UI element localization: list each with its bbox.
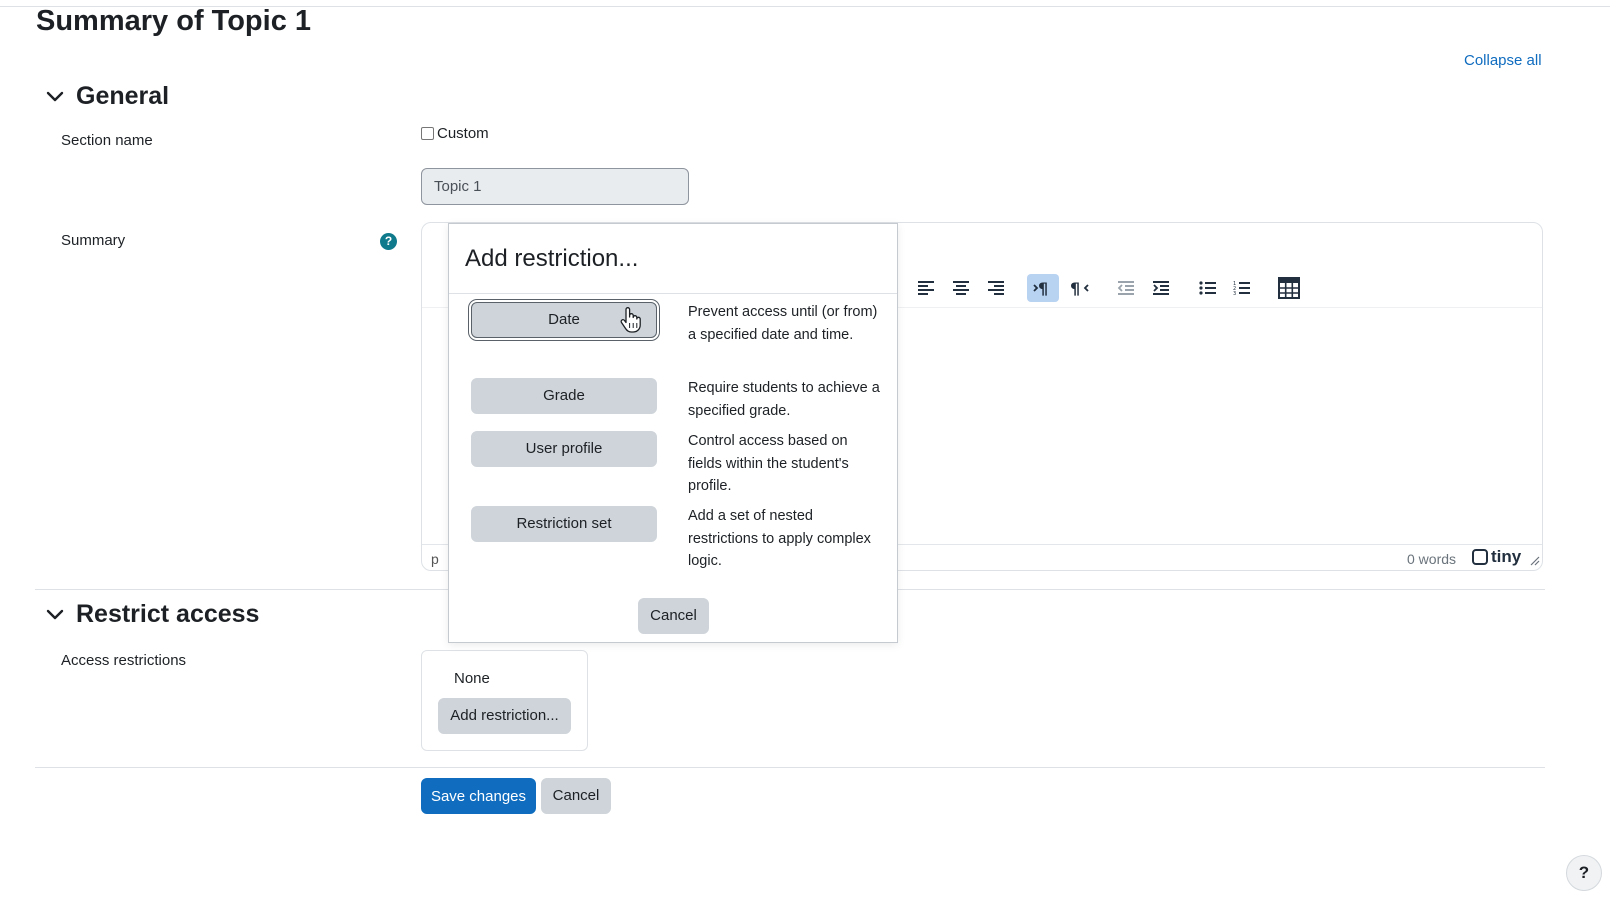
restriction-set-button[interactable]: Restriction set (471, 506, 657, 542)
save-changes-button[interactable]: Save changes (421, 778, 536, 814)
summary-label: Summary (61, 232, 126, 249)
dialog-cancel-button[interactable]: Cancel (638, 598, 709, 634)
ltr-button[interactable]: ¶ (1027, 274, 1059, 302)
footer-divider (35, 767, 1545, 768)
ltr-icon: ¶ (1033, 279, 1048, 297)
rtl-button[interactable]: ¶ (1063, 274, 1095, 302)
table-icon (1278, 277, 1300, 299)
section-name-input[interactable]: Topic 1 (421, 168, 689, 205)
table-button[interactable] (1273, 274, 1305, 302)
tiny-logo[interactable]: tiny (1472, 547, 1521, 567)
dialog-divider (449, 293, 897, 294)
general-heading: General (76, 82, 170, 110)
restriction-set-description: Add a set of nested restrictions to appl… (688, 508, 871, 569)
no-restrictions-text: None (454, 670, 490, 687)
resize-handle-icon[interactable] (1530, 556, 1540, 566)
collapse-all-link[interactable]: Collapse all (1464, 52, 1542, 69)
rtl-icon: ¶ (1070, 279, 1089, 297)
indent-icon (1153, 281, 1169, 295)
custom-checkbox[interactable] (421, 127, 434, 140)
bullet-list-button[interactable] (1192, 274, 1224, 302)
user-profile-restriction-description: Control access based on fields within th… (688, 433, 849, 494)
align-right-icon (988, 281, 1004, 295)
cursor-hand-icon (620, 307, 641, 333)
align-right-button[interactable] (980, 274, 1012, 302)
access-restrictions-label: Access restrictions (61, 652, 187, 669)
custom-checkbox-row[interactable]: Custom (421, 125, 489, 142)
add-restriction-button[interactable]: Add restriction... (438, 698, 571, 734)
grade-restriction-description: Require students to achieve a specified … (688, 380, 880, 419)
numbered-list-button[interactable]: 123 (1226, 274, 1258, 302)
outdent-icon (1117, 281, 1134, 295)
svg-text:3: 3 (1233, 291, 1236, 296)
align-left-icon (918, 281, 934, 295)
custom-checkbox-label: Custom (437, 125, 489, 142)
align-center-button[interactable] (945, 274, 977, 302)
dialog-title: Add restriction... (465, 245, 639, 272)
indent-button[interactable] (1145, 274, 1177, 302)
grade-restriction-button[interactable]: Grade (471, 378, 657, 414)
tiny-logo-text: tiny (1491, 547, 1522, 566)
general-section-toggle[interactable]: General (44, 81, 169, 111)
numbered-list-icon: 123 (1233, 281, 1250, 296)
bullet-list-icon (1199, 281, 1216, 295)
tiny-logo-mark-icon (1472, 549, 1488, 565)
page-help-button[interactable]: ? (1566, 855, 1602, 891)
date-restriction-description: Prevent access until (or from) a specifi… (688, 304, 878, 343)
user-profile-restriction-button[interactable]: User profile (471, 431, 657, 467)
section-name-label: Section name (61, 132, 153, 149)
editor-element-path[interactable]: p (431, 551, 439, 567)
svg-text:¶: ¶ (1038, 279, 1048, 297)
chevron-down-icon (46, 609, 64, 620)
word-count[interactable]: 0 words (1407, 551, 1456, 567)
outdent-button[interactable] (1110, 274, 1142, 302)
cancel-button[interactable]: Cancel (541, 778, 611, 814)
help-icon[interactable]: ? (380, 233, 397, 250)
svg-text:¶: ¶ (1070, 279, 1080, 297)
page-title: Summary of Topic 1 (36, 5, 312, 37)
restrict-access-heading: Restrict access (76, 600, 260, 628)
chevron-down-icon (46, 91, 64, 102)
restrict-section-toggle[interactable]: Restrict access (44, 599, 259, 629)
align-center-icon (953, 281, 969, 295)
align-left-button[interactable] (910, 274, 942, 302)
